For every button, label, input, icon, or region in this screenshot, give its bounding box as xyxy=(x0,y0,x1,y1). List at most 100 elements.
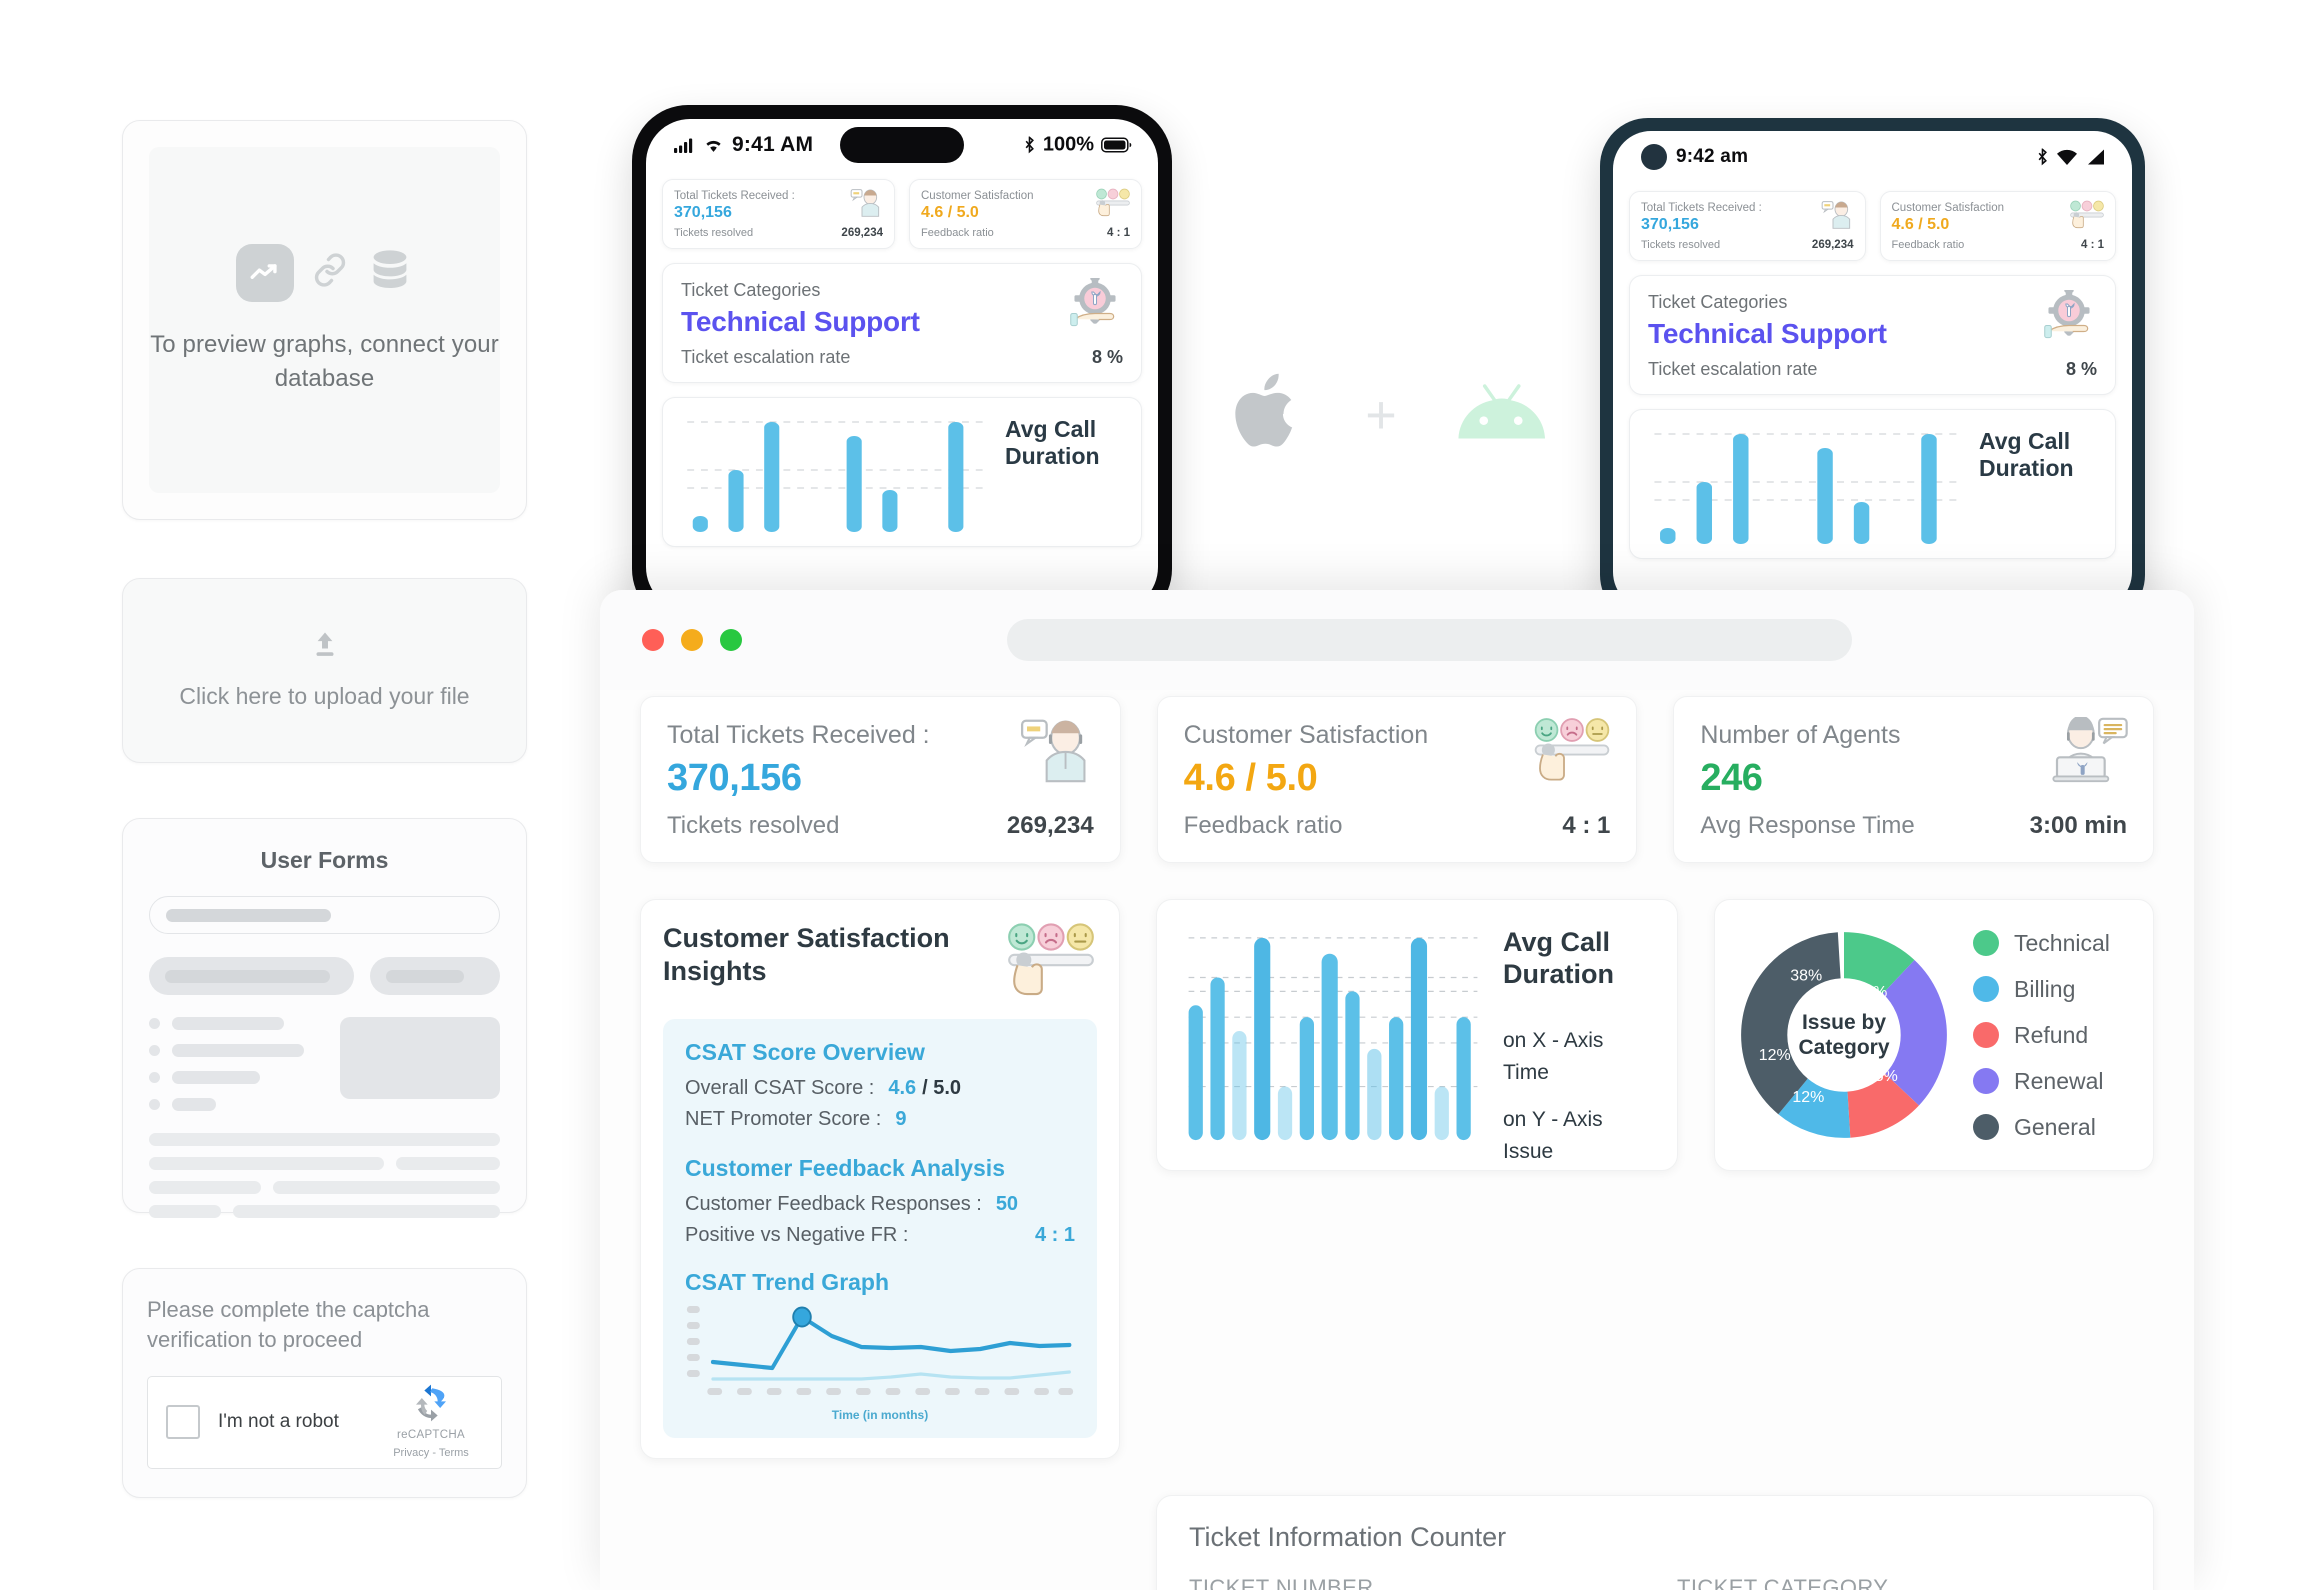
form-option-row[interactable] xyxy=(149,1017,324,1030)
kpi-foot-key: Feedback ratio xyxy=(1891,239,1965,251)
form-search-input[interactable] xyxy=(149,896,500,934)
skeleton-line xyxy=(172,1098,216,1111)
wifi-icon xyxy=(2057,149,2077,165)
kpi-card-total-tickets[interactable]: Total Tickets Received : 370,156 Tickets… xyxy=(640,696,1121,863)
field-label: TICKET CATEGORY xyxy=(1677,1575,1889,1590)
customer-satisfaction-insights-card: Customer Satisfaction Insights CSAT Scor… xyxy=(640,899,1120,1459)
ticket-field-number: TICKET NUMBER T1457862-Billing xyxy=(1189,1575,1633,1590)
agent-laptop-icon xyxy=(2051,715,2129,788)
gear-hand-icon xyxy=(1067,274,1123,339)
form-field-secondary[interactable] xyxy=(370,957,500,995)
plus-icon: + xyxy=(1365,384,1397,445)
kpi-footer: Tickets resolved 269,234 xyxy=(674,227,883,239)
csat-trend-graph xyxy=(685,1300,1075,1406)
kpi-row: Total Tickets Received : 370,156 Tickets… xyxy=(640,696,2155,863)
android-status-bar: 9:42 am xyxy=(1613,131,2132,183)
legend-item-general[interactable]: General xyxy=(1973,1114,2110,1141)
satisfaction-slider-icon xyxy=(1005,922,1097,1003)
recaptcha-checkbox[interactable] xyxy=(166,1405,200,1440)
camera-punch-hole-icon xyxy=(1641,144,1667,170)
android-ticket-categories-card[interactable]: Ticket Categories Technical Support Tick… xyxy=(1629,275,2116,395)
database-icon xyxy=(366,246,414,299)
iphone-ticket-categories-card[interactable]: Ticket Categories Technical Support Tick… xyxy=(662,263,1142,383)
csat-row-overall-score: Overall CSAT Score : 4.6 / 5.0 xyxy=(685,1077,1075,1100)
form-option-row[interactable] xyxy=(149,1071,324,1084)
recaptcha-logo-icon xyxy=(416,1384,446,1422)
field-label: TICKET NUMBER xyxy=(1189,1575,1374,1590)
kpi-footer: Avg Response Time 3:00 min xyxy=(1700,812,2127,840)
skeleton-line xyxy=(386,969,464,983)
android-frame: 9:42 am Total Tickets Received: 370,156… xyxy=(1600,118,2145,623)
apple-logo-icon xyxy=(1233,368,1307,461)
agent-laptop-glyph xyxy=(2052,715,2128,783)
form-field-primary[interactable] xyxy=(149,957,354,995)
kpi-card-number-of-agents[interactable]: Number of Agents 246 Avg Response Time 3… xyxy=(1673,696,2155,863)
kpi-footer: Tickets resolved 269,234 xyxy=(1641,239,1854,251)
iphone-dashboard: Total Tickets Received : 370,156 Tickets… xyxy=(646,171,1158,547)
skeleton-line xyxy=(233,1205,500,1218)
kpi-foot-value: 269,234 xyxy=(1006,812,1094,839)
category-value: Technical Support xyxy=(681,306,920,337)
avg-call-duration-svg xyxy=(1188,937,1478,1141)
upload-file-card[interactable]: Click here to upload your file xyxy=(122,578,527,763)
status-right-group: 100% xyxy=(1023,134,1132,157)
skeleton-line xyxy=(172,1071,260,1084)
preview-graphs-card[interactable]: To preview graphs, connect your database xyxy=(122,120,527,520)
cellular-icon xyxy=(674,138,693,153)
legend-item-technical[interactable]: Technical xyxy=(1973,930,2110,957)
ticket-field-category: TICKET CATEGORY Billing Department xyxy=(1677,1575,2121,1590)
chart-trend-icon xyxy=(235,243,294,302)
address-bar[interactable] xyxy=(1007,619,1852,661)
captcha-instruction: Please complete the captcha verification… xyxy=(147,1297,430,1353)
kpi-foot-key: Tickets resolved xyxy=(1641,239,1721,251)
form-textarea[interactable] xyxy=(340,1017,500,1099)
iphone-kpi-satisfaction[interactable]: Customer Satisfaction 4.6 / 5.0 Feedback… xyxy=(909,179,1142,249)
form-midsection xyxy=(149,1017,500,1125)
legend-item-renewal[interactable]: Renewal xyxy=(1973,1068,2110,1095)
avg-call-duration-chart xyxy=(1181,922,1485,1148)
kpi-foot-value: 3:00 min xyxy=(2029,812,2128,839)
form-option-row[interactable] xyxy=(149,1098,324,1111)
legend-label: Billing xyxy=(2014,975,2076,1002)
agent-headset-glyph xyxy=(1821,201,1850,229)
android-kpi-satisfaction[interactable]: Customer Satisfaction 4.6 / 5.0 Feedback… xyxy=(1879,191,2116,261)
csat-row-responses: Customer Feedback Responses : 50 xyxy=(685,1193,1075,1216)
browser-title-bar xyxy=(600,590,2194,690)
close-window-button[interactable] xyxy=(642,629,664,651)
radio-icon xyxy=(149,1099,160,1110)
user-forms-card: User Forms xyxy=(122,818,527,1218)
recaptcha-widget[interactable]: I'm not a robot reCAPTCHA Privacy - Term… xyxy=(147,1375,502,1469)
csat-key: Customer Feedback Responses : xyxy=(685,1193,982,1215)
legend-swatch-icon xyxy=(1973,976,1999,1002)
kpi-footer: Feedback ratio 4 : 1 xyxy=(1892,239,2105,251)
captcha-card: Please complete the captcha verification… xyxy=(122,1268,527,1498)
kpi-foot-key: Tickets resolved xyxy=(674,227,754,239)
iphone-frame: 9:41 AM 100% Total Tickets Received: 37… xyxy=(632,105,1172,625)
legend-item-refund[interactable]: Refund xyxy=(1973,1022,2110,1049)
recaptcha-terms[interactable]: Privacy - Terms xyxy=(393,1447,469,1459)
android-avg-call-duration-card[interactable]: Avg Call Duration xyxy=(1629,409,2116,559)
iphone-avg-call-duration-card[interactable]: Avg Call Duration xyxy=(662,397,1142,547)
form-option-row[interactable] xyxy=(149,1044,324,1057)
agent-headset-icon xyxy=(850,188,884,223)
legend-swatch-icon xyxy=(1973,930,1999,956)
category-foot-value: 8 % xyxy=(2065,359,2097,379)
android-clock: 9:42 am xyxy=(1676,146,1749,167)
recaptcha-branding: reCAPTCHA Privacy - Terms xyxy=(379,1383,483,1461)
x-axis-description: on X - Axis Time xyxy=(1503,1025,1653,1090)
status-left-group: 9:42 am xyxy=(1641,144,1748,170)
x-axis-label: on X - Axis xyxy=(1503,1028,1604,1052)
status-right-group xyxy=(2036,148,2106,166)
kpi-card-customer-satisfaction[interactable]: Customer Satisfaction 4.6 / 5.0 Feedback… xyxy=(1156,696,1638,863)
maximize-window-button[interactable] xyxy=(720,629,742,651)
legend-item-billing[interactable]: Billing xyxy=(1973,976,2110,1003)
minimize-window-button[interactable] xyxy=(681,629,703,651)
avg-call-duration-card: Avg Call Duration on X - Axis Time on Y … xyxy=(1156,899,1678,1171)
android-chart-title: Avg Call Duration xyxy=(1979,428,2074,482)
ticket-information-counter-card: Ticket Information Counter TICKET NUMBER… xyxy=(1156,1495,2154,1590)
iphone-mockup: 9:41 AM 100% Total Tickets Received: 37… xyxy=(632,105,1172,625)
agent-headset-icon xyxy=(1020,717,1096,790)
csat-row-nps: NET Promoter Score : 9 xyxy=(685,1108,1075,1131)
android-kpi-tickets[interactable]: Total Tickets Received : 370,156 Tickets… xyxy=(1629,191,1866,261)
iphone-kpi-tickets[interactable]: Total Tickets Received : 370,156 Tickets… xyxy=(662,179,895,249)
